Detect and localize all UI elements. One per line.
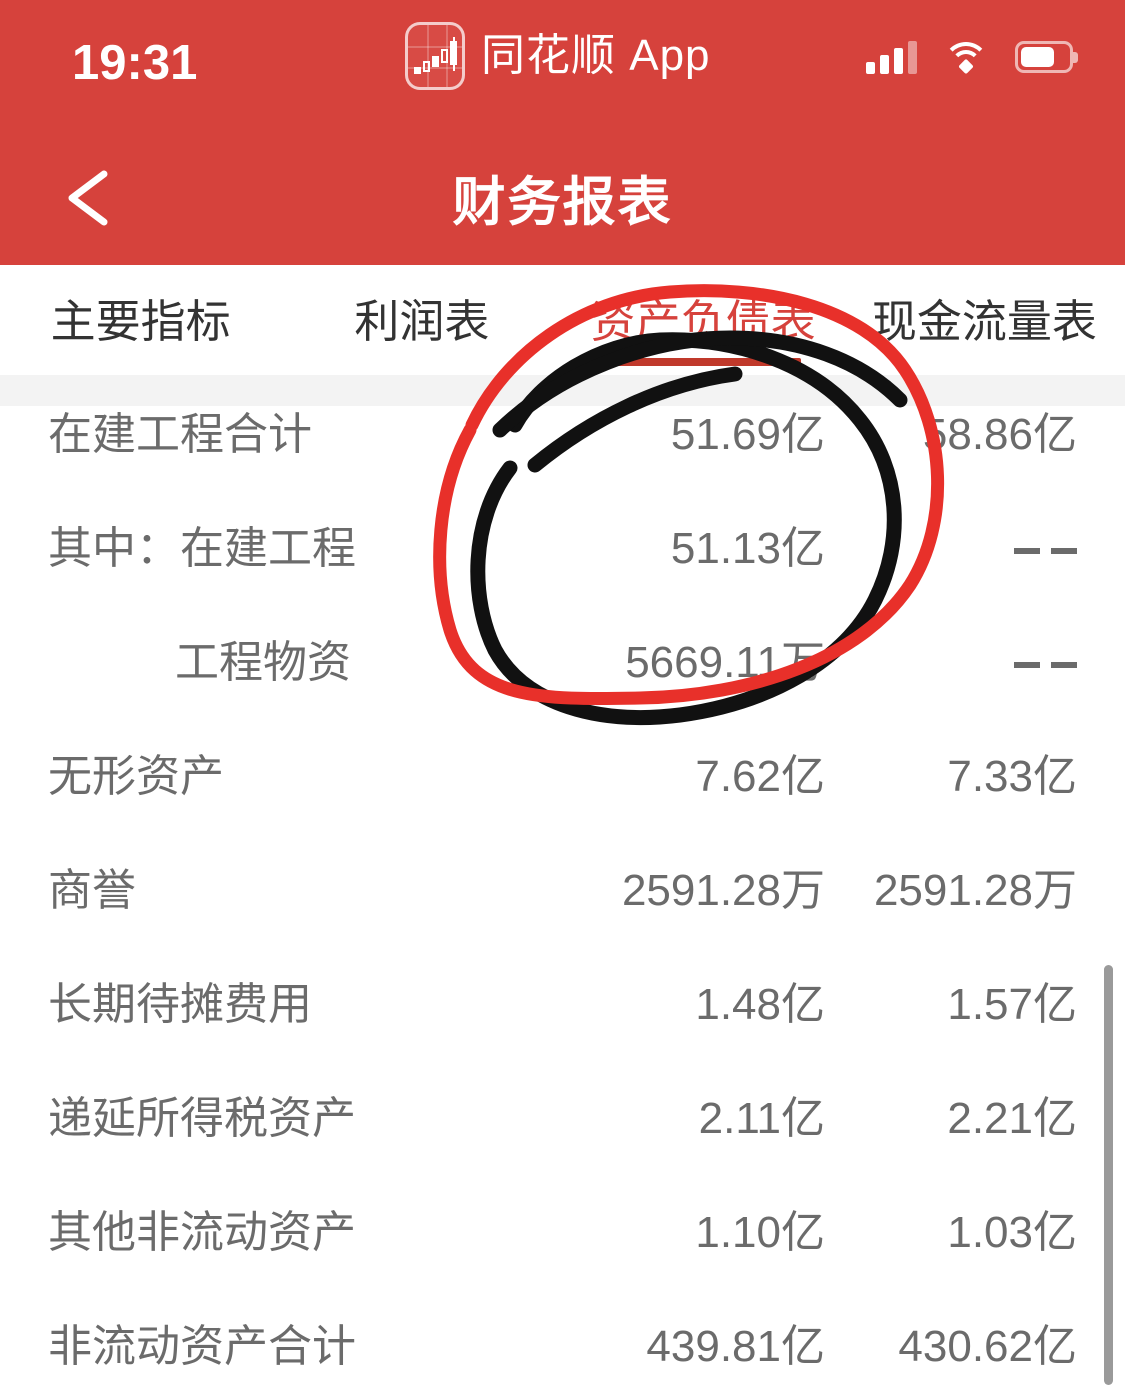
row-value-period1: 439.81亿 [646, 1322, 825, 1371]
carrier-label-group: 同花顺 App [405, 22, 711, 90]
wifi-icon [943, 40, 989, 75]
tab-label: 主要指标 [50, 296, 231, 347]
app-header: 19:31 同花顺 App 财务报表 [0, 0, 1125, 265]
empty-value-dash [1014, 548, 1077, 555]
battery-icon [1015, 41, 1078, 73]
carrier-label: 同花顺 App [481, 31, 711, 80]
tab-label: 利润表 [354, 296, 490, 347]
empty-value-dash [1014, 662, 1077, 669]
row-value-period2: 430.62亿 [898, 1322, 1077, 1371]
row-label: 长期待摊费用 [48, 980, 312, 1029]
table-row[interactable]: 工程物资 5669.11万 [0, 606, 1125, 720]
report-tabs: 主要指标 利润表 资产负债表 现金流量表 [0, 265, 1125, 378]
row-value-period2 [835, 523, 1125, 575]
row-value-period2: 7.33亿 [947, 752, 1077, 801]
row-value-period2: 1.03亿 [947, 1208, 1077, 1257]
table-row[interactable]: 其中：在建工程 51.13亿 [0, 492, 1125, 606]
tab-active-underline [605, 358, 802, 366]
tab-balance-sheet[interactable]: 资产负债表 [563, 265, 844, 378]
row-value-period2: 58.86亿 [922, 410, 1077, 459]
table-row[interactable]: 在建工程合计 51.69亿 58.86亿 [0, 378, 1125, 492]
row-value-period1: 7.62亿 [695, 752, 825, 801]
tab-label: 现金流量表 [871, 296, 1097, 347]
vertical-scrollbar[interactable] [1104, 965, 1113, 1385]
row-label: 在建工程合计 [48, 410, 312, 459]
nav-bar: 财务报表 [0, 130, 1125, 265]
row-value-period1: 1.48亿 [695, 980, 825, 1029]
tab-income-statement[interactable]: 利润表 [281, 265, 562, 378]
candlestick-chart-icon [405, 22, 465, 90]
row-label: 其他非流动资产 [48, 1208, 356, 1257]
table-row[interactable]: 无形资产 7.62亿 7.33亿 [0, 720, 1125, 834]
row-value-period2: 2591.28万 [873, 866, 1077, 915]
row-label: 其中：在建工程 [48, 524, 356, 573]
row-value-period2 [835, 637, 1125, 689]
tab-main-indicators[interactable]: 主要指标 [0, 265, 281, 378]
row-label: 非流动资产合计 [48, 1322, 356, 1371]
row-value-period1: 2591.28万 [621, 866, 825, 915]
tab-label: 资产负债表 [590, 296, 816, 347]
status-bar-clock: 19:31 [72, 36, 198, 90]
row-label: 递延所得税资产 [48, 1094, 356, 1143]
row-value-period2: 2.21亿 [947, 1094, 1077, 1143]
page-title: 财务报表 [452, 172, 673, 232]
row-value-period2: 1.57亿 [947, 980, 1077, 1029]
row-value-period1: 5669.11万 [625, 638, 825, 687]
table-row[interactable]: 非流动资产合计 439.81亿 430.62亿 [0, 1290, 1125, 1396]
table-row[interactable]: 其他非流动资产 1.10亿 1.03亿 [0, 1176, 1125, 1290]
row-label: 工程物资 [175, 638, 351, 687]
row-value-period1: 2.11亿 [698, 1094, 825, 1143]
signal-bars-icon [866, 40, 917, 74]
status-bar-indicators [866, 40, 1078, 75]
row-value-period1: 51.13亿 [670, 524, 825, 573]
app-screen: 19:31 同花顺 App 财务报表 主要指标 利润表 资产负债表 现金流量表 … [0, 0, 1125, 1396]
row-value-period1: 51.69亿 [670, 410, 825, 459]
table-row[interactable]: 商誉 2591.28万 2591.28万 [0, 834, 1125, 948]
row-label: 商誉 [48, 866, 136, 915]
financial-table[interactable]: 在建工程合计 51.69亿 58.86亿 其中：在建工程 51.13亿 工程物资… [0, 378, 1125, 1396]
row-value-period1: 1.10亿 [695, 1208, 825, 1257]
status-bar: 19:31 同花顺 App [0, 0, 1125, 120]
tab-cash-flow[interactable]: 现金流量表 [844, 265, 1125, 378]
table-row[interactable]: 递延所得税资产 2.11亿 2.21亿 [0, 1062, 1125, 1176]
table-row[interactable]: 长期待摊费用 1.48亿 1.57亿 [0, 948, 1125, 1062]
row-label: 无形资产 [48, 752, 224, 801]
